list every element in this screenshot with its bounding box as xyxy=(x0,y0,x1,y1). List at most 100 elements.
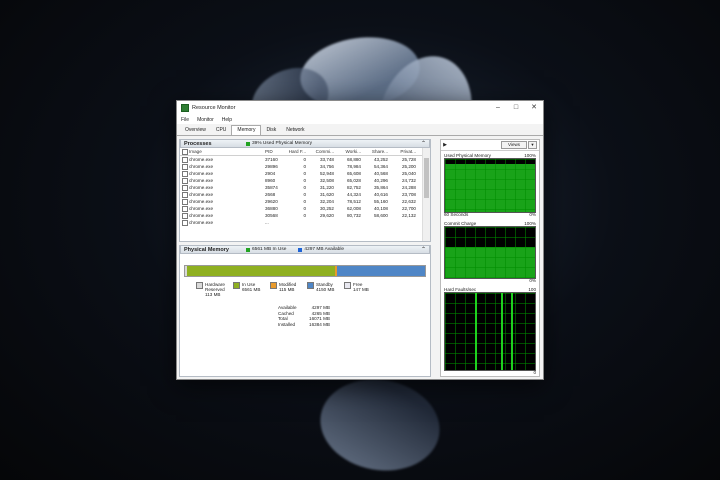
menu-help[interactable]: Help xyxy=(222,117,232,123)
tab-memory[interactable]: Memory xyxy=(231,125,262,135)
table-cell: chrome.exe xyxy=(189,220,214,225)
table-row[interactable]: chrome.exe 2904 0 52,948 65,608 40,568 25,040 xyxy=(180,170,423,177)
graph-spike xyxy=(475,293,477,370)
table-cell: 0 xyxy=(303,213,306,218)
available-indicator-icon xyxy=(298,247,303,252)
table-cell: 33,748 xyxy=(319,157,334,162)
processes-header[interactable]: Processes 39% Used Physical Memory ⌃ xyxy=(180,139,430,148)
column-header-image[interactable]: Image xyxy=(189,149,265,154)
graphs-toolbar: ▶ Views ▼ xyxy=(441,140,539,151)
graph-title: Hard Faults/sec xyxy=(444,286,477,292)
tab-network[interactable]: Network xyxy=(281,126,309,135)
row-checkbox[interactable] xyxy=(180,198,189,205)
table-cell: 55,160 xyxy=(373,199,388,204)
table-cell: 25,728 xyxy=(401,157,416,162)
memory-composition-bar xyxy=(184,265,426,277)
views-dropdown-icon[interactable]: ▼ xyxy=(528,141,537,149)
table-row[interactable]: chrome.exe 29620 0 32,204 78,512 55,160 22,632 xyxy=(180,198,423,205)
legend-value: 115 MB xyxy=(279,287,295,293)
table-row[interactable]: chrome.exe 37160 0 33,748 68,880 43,252 25,728 xyxy=(180,156,423,163)
graph-hard-faults: Hard Faults/sec 100 0 xyxy=(444,286,536,376)
row-checkbox[interactable] xyxy=(180,177,189,184)
graphs-panel: ▶ Views ▼ Used Physical Memory 100% 60 Se… xyxy=(440,139,540,377)
processes-scrollbar[interactable] xyxy=(422,148,430,241)
collapse-chevron-icon[interactable]: ⌃ xyxy=(421,140,426,147)
table-cell: chrome.exe xyxy=(189,199,214,204)
row-checkbox[interactable] xyxy=(180,170,189,177)
menu-file[interactable]: File xyxy=(181,117,189,123)
row-checkbox[interactable] xyxy=(180,205,189,212)
table-cell: 35,864 xyxy=(373,185,388,190)
table-row[interactable]: chrome.exe 2668 0 31,620 44,324 40,616 23,708 xyxy=(180,191,423,198)
physical-memory-panel: Physical Memory 6561 MB In Use 4297 MB A… xyxy=(179,245,431,377)
column-header-private[interactable]: Privat... xyxy=(391,149,418,154)
table-cell: chrome.exe xyxy=(189,164,214,169)
close-button[interactable]: ✕ xyxy=(525,101,543,115)
table-cell: 65,028 xyxy=(346,178,361,183)
collapse-chevron-icon[interactable]: ⌃ xyxy=(421,246,426,253)
table-row[interactable]: chrome.exe... xyxy=(180,219,423,226)
resource-monitor-window: Resource Monitor – □ ✕ File Monitor Help… xyxy=(176,100,544,380)
table-cell: 31,220 xyxy=(319,185,334,190)
table-cell: 31,620 xyxy=(319,192,334,197)
column-header-shareable[interactable]: Share... xyxy=(364,149,391,154)
legend-modified: Modified 115 MB xyxy=(270,282,307,298)
row-checkbox[interactable] xyxy=(180,163,189,170)
table-cell: 2668 xyxy=(265,192,276,197)
row-checkbox[interactable] xyxy=(180,156,189,163)
table-cell: 30,252 xyxy=(319,206,334,211)
table-cell: 80,732 xyxy=(346,213,361,218)
select-all-checkbox[interactable] xyxy=(180,148,189,155)
expand-arrow-icon[interactable]: ▶ xyxy=(441,142,449,148)
table-cell: 35874 xyxy=(265,185,278,190)
graph-min-label: 0% xyxy=(529,277,536,283)
table-row[interactable]: chrome.exe 30568 0 29,620 80,732 58,600 22,132 xyxy=(180,212,423,219)
title-bar[interactable]: Resource Monitor – □ ✕ xyxy=(177,101,543,115)
column-header-pid[interactable]: PID xyxy=(265,149,287,154)
graph-area xyxy=(444,158,536,213)
table-row[interactable]: chrome.exe 8960 0 32,508 65,028 40,296 24,732 xyxy=(180,177,423,184)
table-cell: 24,288 xyxy=(401,185,416,190)
minimize-button[interactable]: – xyxy=(489,101,507,115)
legend-in-use: In Use 6561 MB xyxy=(233,282,270,298)
processes-panel: Processes 39% Used Physical Memory ⌃ Ima… xyxy=(179,139,431,242)
tab-overview[interactable]: Overview xyxy=(180,126,211,135)
column-header-commit[interactable]: Commi... xyxy=(309,149,337,154)
graph-spike xyxy=(501,293,503,370)
table-cell: 32,508 xyxy=(319,178,334,183)
tab-disk[interactable]: Disk xyxy=(261,126,281,135)
menu-monitor[interactable]: Monitor xyxy=(197,117,214,123)
table-row[interactable]: chrome.exe 35874 0 31,220 82,752 35,864 24,288 xyxy=(180,184,423,191)
tab-cpu[interactable]: CPU xyxy=(211,126,232,135)
table-cell: 40,296 xyxy=(373,178,388,183)
legend-free: Free 147 MB xyxy=(344,282,381,298)
row-checkbox[interactable] xyxy=(180,219,189,226)
graph-commit-charge: Commit Charge 100% 0% xyxy=(444,220,536,284)
graph-time-label: 60 Seconds xyxy=(444,211,469,217)
table-cell: 24,732 xyxy=(401,178,416,183)
graph-title: Used Physical Memory xyxy=(444,152,491,158)
row-checkbox[interactable] xyxy=(180,184,189,191)
row-checkbox[interactable] xyxy=(180,212,189,219)
table-cell: chrome.exe xyxy=(189,171,214,176)
table-cell: 54,364 xyxy=(373,164,388,169)
table-cell: 78,512 xyxy=(346,199,361,204)
legend-swatch xyxy=(233,282,240,289)
stat-label: Installed xyxy=(278,321,296,327)
graph-title: Commit Charge xyxy=(444,220,477,226)
scrollbar-thumb[interactable] xyxy=(424,158,429,198)
physical-memory-header[interactable]: Physical Memory 6561 MB In Use 4297 MB A… xyxy=(180,245,430,254)
graph-grid xyxy=(445,227,535,278)
table-cell: 36880 xyxy=(265,206,278,211)
table-row[interactable]: chrome.exe 36880 0 30,252 62,008 40,108 22,700 xyxy=(180,205,423,212)
legend-value: 113 MB xyxy=(205,292,221,298)
table-cell: chrome.exe xyxy=(189,185,214,190)
maximize-button[interactable]: □ xyxy=(507,101,525,115)
views-button[interactable]: Views xyxy=(501,141,527,149)
column-header-working-set[interactable]: Worki... xyxy=(337,149,364,154)
row-checkbox[interactable] xyxy=(180,191,189,198)
table-cell: 29,620 xyxy=(319,213,334,218)
processes-table: Image PID Hard F... Commi... Worki... Sh… xyxy=(180,148,423,226)
table-row[interactable]: chrome.exe 29896 0 34,756 78,984 54,364 25,200 xyxy=(180,163,423,170)
column-header-hard-faults[interactable]: Hard F... xyxy=(287,149,309,154)
